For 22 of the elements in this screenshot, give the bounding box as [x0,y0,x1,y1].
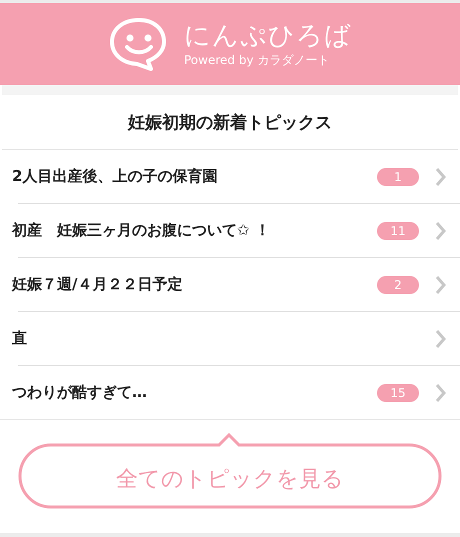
app-subtitle: Powered by カラダノート [184,52,330,68]
chevron-right-icon [435,328,446,348]
topic-title: 初産 妊娠三ヶ月のお腹について✩ ！ [12,221,271,240]
topic-row[interactable]: 妊娠７週/４月２２日予定 2 [0,258,460,311]
topic-title: つわりが酷すぎて… [12,383,148,402]
section-title: 妊娠初期の新着トピックス [128,112,332,134]
topic-title: 直 [12,329,28,348]
topic-row[interactable]: 初産 妊娠三ヶ月のお腹について✩ ！ 11 [0,204,460,257]
chevron-right-icon [435,274,446,294]
topic-row[interactable]: 直 [0,312,460,365]
topic-row[interactable]: 2人目出産後、上の子の保育園 1 [0,150,460,203]
chevron-right-icon [435,166,446,186]
reply-count: 11 [377,222,419,240]
reply-count: 2 [377,276,419,294]
topic-title: 妊娠７週/４月２２日予定 [12,275,184,294]
reply-count: 1 [377,168,419,186]
reply-count: 15 [377,384,419,402]
topic-title: 2人目出産後、上の子の保育園 [12,167,218,186]
chevron-right-icon [435,220,446,240]
topic-row[interactable]: つわりが酷すぎて… 15 [0,366,460,419]
app-title: にんぷひろば [184,20,352,52]
chevron-right-icon [435,382,446,402]
